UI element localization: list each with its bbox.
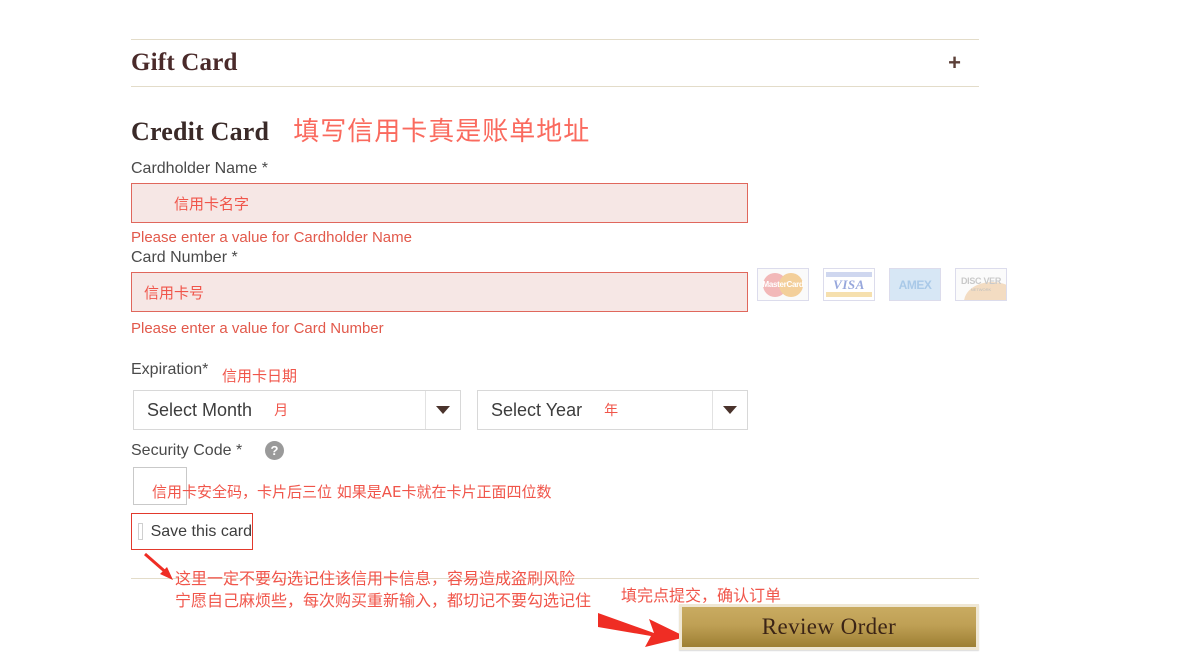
mastercard-label: MasterCard [762,280,804,289]
help-icon[interactable]: ? [265,441,284,460]
expiration-month-value: Select Month [147,399,253,420]
amex-icon: AMEX [889,268,941,301]
credit-card-heading-group: Credit Card 填写信用卡真是账单地址 [131,111,590,148]
mastercard-icon: MasterCard [757,268,809,301]
amex-art: AMEX [890,269,940,300]
checkout-payment-page: Gift Card + Credit Card 填写信用卡真是账单地址 Card… [0,0,1182,661]
expiration-label: Expiration* [131,361,209,378]
credit-card-title: Credit Card [131,117,270,146]
year-chevron-down-icon[interactable] [712,391,747,429]
cardholder-name-error: Please enter a value for Cardholder Name [131,229,412,246]
gift-card-section[interactable]: Gift Card + [131,39,979,87]
amex-label: AMEX [898,277,932,292]
security-code-annotation: 信用卡安全码，卡片后三位 如果是AE卡就在卡片正面四位数 [152,483,552,501]
cardholder-name-placeholder: 信用卡名字 [174,194,250,213]
plus-icon[interactable]: + [948,52,961,74]
caret-shape [436,406,450,414]
expiration-year-annotation: 年 [604,403,619,419]
save-card-checkbox[interactable] [138,523,143,540]
save-card-highlight-box: Save this card [131,513,253,550]
visa-icon: VISA [823,268,875,301]
card-number-error: Please enter a value for Card Number [131,320,384,337]
discover-sublabel: NETWORK [970,287,992,292]
caret-shape [723,406,737,414]
expiration-year-value: Select Year [491,399,583,420]
save-card-warning-line-2: 宁愿自己麻烦些，每次购买重新输入，都切记不要勾选记住 [175,591,592,610]
expiration-month-annotation: 月 [274,403,289,419]
card-number-input[interactable]: 信用卡号 [131,272,748,312]
arrow-to-review-order-icon [598,613,686,647]
card-number-label: Card Number * [131,249,238,266]
visa-art: VISA [824,269,874,300]
review-order-button-label: Review Order [761,614,897,639]
expiration-year-label-wrap: Select Year 年 [478,391,712,429]
save-card-warning-line-1: 这里一定不要勾选记住该信用卡信息，容易造成盗刷风险 [175,569,576,588]
mastercard-circles: MasterCard [762,272,804,297]
discover-icon: DISC VER NETWORK [955,268,1007,301]
expiration-month-select[interactable]: Select Month 月 [133,390,461,430]
save-card-label: Save this card [150,522,252,540]
expiration-month-label-wrap: Select Month 月 [134,391,425,429]
expiration-annotation: 信用卡日期 [222,367,298,385]
cardholder-name-input[interactable]: 信用卡名字 [131,183,748,223]
gift-card-header-row[interactable]: Gift Card + [131,40,979,86]
credit-card-annotation: 填写信用卡真是账单地址 [293,117,591,147]
cardholder-name-label: Cardholder Name * [131,160,268,177]
discover-label: DISC VER [960,276,1002,286]
expiration-year-select[interactable]: Select Year 年 [477,390,748,430]
submit-note: 填完点提交，确认订单 [621,586,782,605]
security-code-label: Security Code * [131,442,243,459]
gift-card-title: Gift Card [131,49,238,76]
month-chevron-down-icon[interactable] [425,391,460,429]
discover-art: DISC VER NETWORK [956,269,1006,300]
accepted-card-brands: MasterCard VISA AMEX DISC VER NETWORK [757,268,1007,301]
review-order-button[interactable]: Review Order [679,604,979,650]
save-card-warning-note: 这里一定不要勾选记住该信用卡信息，容易造成盗刷风险 宁愿自己麻烦些，每次购买重新… [175,568,591,612]
card-number-placeholder: 信用卡号 [144,283,205,302]
visa-label: VISA [833,276,865,292]
